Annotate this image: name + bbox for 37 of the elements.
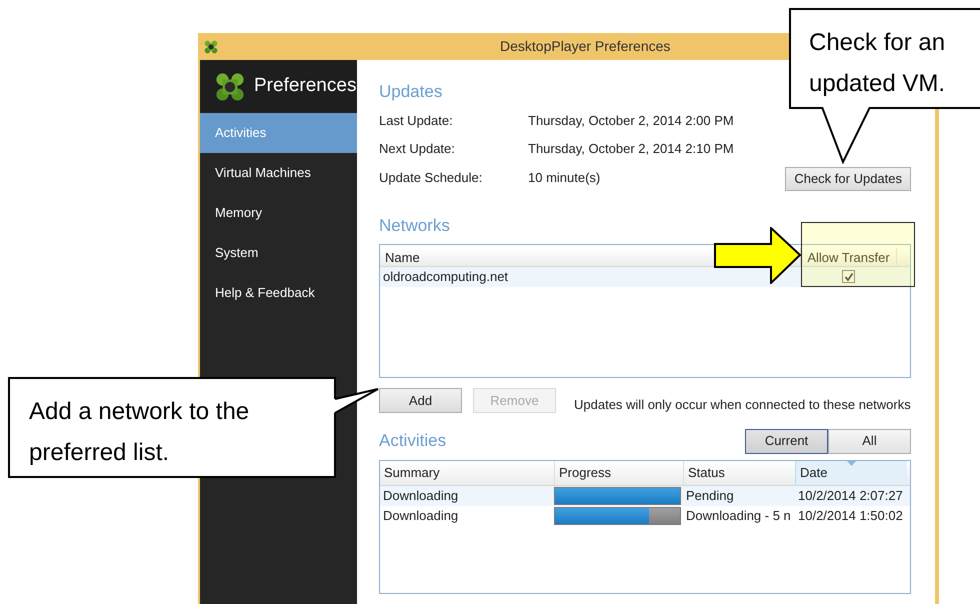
- section-heading: Networks: [379, 215, 450, 237]
- sidebar-item[interactable]: Help & Feedback: [200, 273, 357, 313]
- table-cell-text: Downloading: [382, 486, 460, 505]
- table-cell-text: Downloading: [382, 506, 460, 525]
- table-cell-text: 10/2/2014 1:50:02: [797, 506, 903, 525]
- filter-toggle[interactable]: Current: [745, 428, 828, 454]
- sidebar-title: Preferences: [254, 74, 356, 98]
- column-header[interactable]: Progress: [554, 460, 683, 484]
- filter-toggle[interactable]: All: [828, 428, 911, 454]
- sidebar-item[interactable]: Memory: [200, 193, 357, 233]
- table-cell-text: oldroadcomputing.net: [382, 268, 510, 286]
- column-header[interactable]: Summary: [380, 460, 554, 484]
- callout: Add a network to the preferred list.: [8, 377, 336, 478]
- window-title: DesktopPlayer Preferences: [500, 37, 670, 56]
- app-icon: [204, 40, 218, 54]
- section-heading: Updates: [379, 81, 442, 103]
- column-header[interactable]: Date: [795, 460, 907, 484]
- field-label: Next Update:: [379, 140, 456, 158]
- sidebar-item[interactable]: System: [200, 233, 357, 273]
- field-label: Update Schedule:: [379, 168, 484, 187]
- field-label: Last Update:: [379, 112, 454, 130]
- logo-icon: [215, 72, 245, 102]
- action-button[interactable]: Add: [379, 388, 462, 413]
- callout-pointer: [820, 107, 872, 164]
- table-cell-text: Downloading - 5 n: [685, 506, 792, 525]
- callout: Check for an updated VM.: [789, 8, 980, 109]
- field-value: Thursday, October 2, 2014 2:00 PM: [528, 112, 734, 130]
- column-header: Name: [384, 248, 421, 266]
- checkbox[interactable]: [842, 270, 855, 283]
- networks-note: Updates will only occur when connected to these networks: [574, 396, 911, 414]
- table-cell-text: Pending: [685, 486, 735, 505]
- table-cell-text: 10/2/2014 2:07:27: [797, 486, 903, 505]
- section-heading: Activities: [379, 430, 448, 452]
- check-updates-button[interactable]: Check for Updates: [785, 167, 911, 191]
- field-value: Thursday, October 2, 2014 2:10 PM: [528, 140, 734, 158]
- sidebar-item[interactable]: Virtual Machines: [200, 153, 357, 193]
- field-value: 10 minute(s): [528, 168, 600, 187]
